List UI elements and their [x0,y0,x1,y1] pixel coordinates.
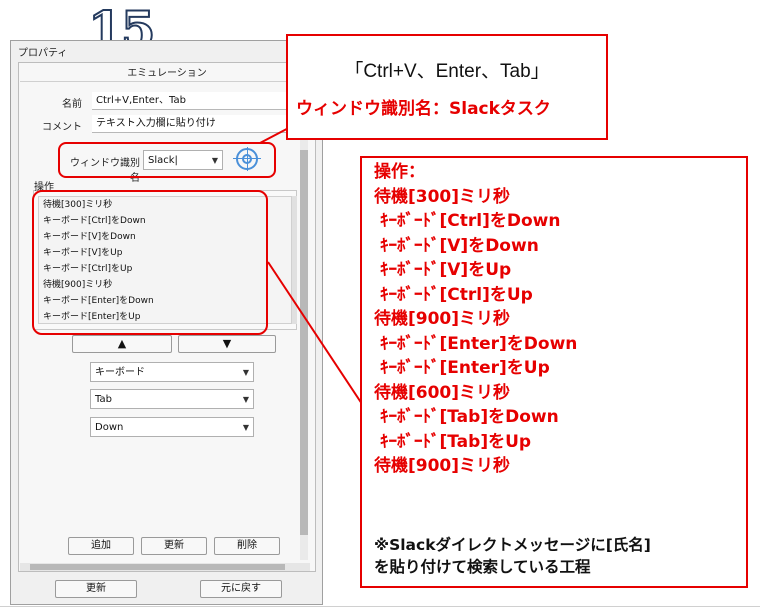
callout-top-title: 「Ctrl+V、Enter、Tab」 [344,61,550,82]
callout-note: ※Slackダイレクトメッセージに[氏名] を貼り付けて検索している工程 [374,534,651,578]
ops-heading: 操作： [374,162,425,182]
ops-line: 待機[900]ミリ秒 [374,456,511,476]
page-divider [0,606,760,607]
ops-line: ｷｰﾎﾞｰﾄﾞ[Enter]をDown [380,333,578,354]
connector-ops [267,261,363,405]
ops-line: ｷｰﾎﾞｰﾄﾞ[V]をDown [380,235,539,256]
callout-operations-list: 操作： 待機[300]ミリ秒 ｷｰﾎﾞｰﾄﾞ[Ctrl]をDown ｷｰﾎﾞｰﾄ… [374,160,577,479]
ops-line: ｷｰﾎﾞｰﾄﾞ[V]をUp [380,260,512,280]
ops-line: ｷｰﾎﾞｰﾄﾞ[Ctrl]をDown [380,211,561,231]
note-line-2: を貼り付けて検索している工程 [374,558,591,576]
ops-line: 待機[300]ミリ秒 [374,186,511,207]
ops-line: ｷｰﾎﾞｰﾄﾞ[Tab]をDown [380,407,559,427]
ops-line: 待機[900]ミリ秒 [374,309,511,329]
ops-line: ｷｰﾎﾞｰﾄﾞ[Enter]をUp [380,358,550,378]
callout-top-subtitle: ウィンドウ識別名：Slackタスク [296,99,551,119]
ops-line: ｷｰﾎﾞｰﾄﾞ[Tab]をUp [380,431,532,452]
ops-line: 待機[600]ミリ秒 [374,382,511,403]
callout-top [286,34,608,140]
note-line-1: ※Slackダイレクトメッセージに[氏名] [374,536,651,554]
ops-line: ｷｰﾎﾞｰﾄﾞ[Ctrl]をUp [380,284,533,305]
